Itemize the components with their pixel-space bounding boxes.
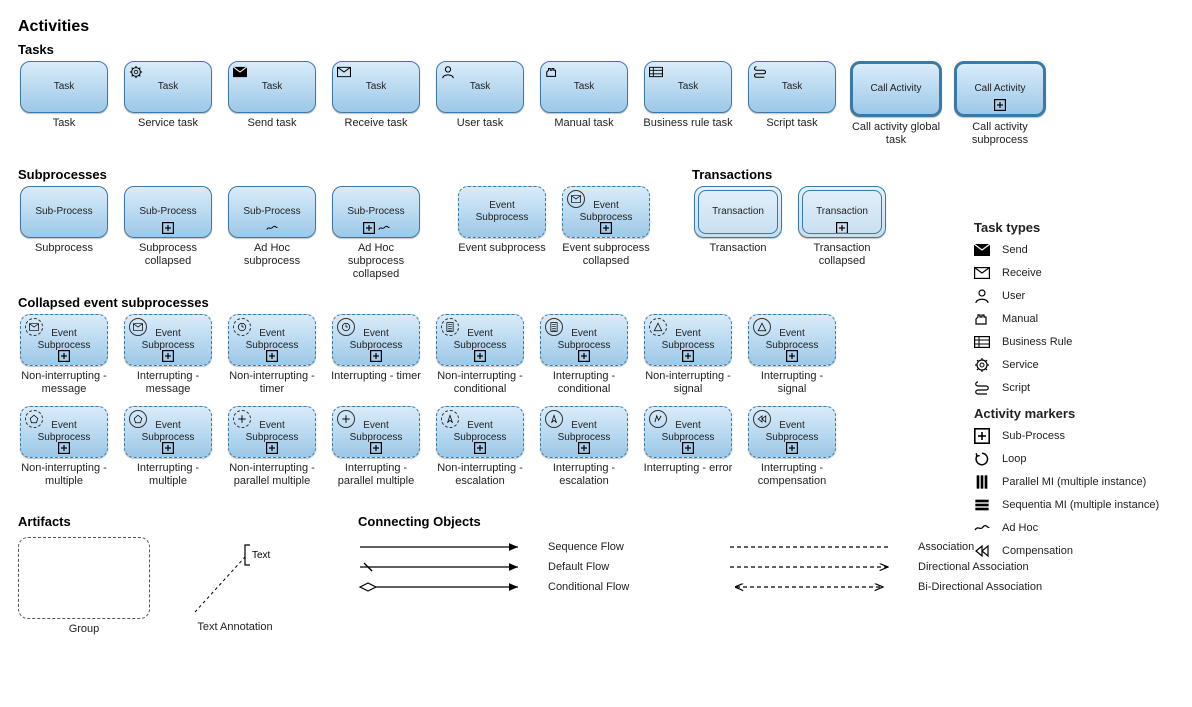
script-task: Task [748, 61, 836, 113]
multiple-event-icon [25, 410, 43, 428]
receive-task: Task [332, 61, 420, 113]
user-task: Task [436, 61, 524, 113]
evsub-noninterrupt-escalation: Event Subprocess [436, 406, 524, 458]
subprocess-marker-icon [600, 222, 612, 234]
manual-icon [545, 65, 559, 79]
title-transactions: Transactions [692, 167, 888, 182]
manual-task: Task [540, 61, 628, 113]
timer-event-icon [233, 318, 251, 336]
transaction-collapsed: Transaction [798, 186, 886, 238]
legend: Task types Send Receive User Manual Busi… [974, 210, 1174, 566]
event-subprocess: Event Subprocess [458, 186, 546, 238]
title-tasks: Tasks [18, 42, 1174, 57]
event-subprocess-collapsed: Event Subprocess [562, 186, 650, 238]
subprocess-marker-icon [836, 222, 848, 234]
receive-icon [974, 265, 990, 281]
send-task: Task [228, 61, 316, 113]
task: Task [20, 61, 108, 113]
subprocess-marker-icon [974, 428, 990, 444]
subprocess-marker-icon [162, 222, 174, 234]
evsub-noninterrupt-signal: Event Subprocess [644, 314, 732, 366]
evsub-interrupt-multiple: Event Subprocess [124, 406, 212, 458]
evsub-interrupt-error: Event Subprocess [644, 406, 732, 458]
conditional-event-icon [545, 318, 563, 336]
call-activity-subprocess: Call Activity [954, 61, 1046, 117]
evsub-noninterrupt-message: Event Subprocess [20, 314, 108, 366]
send-icon [974, 242, 990, 258]
sequential-mi-marker-icon [974, 497, 990, 513]
error-event-icon [649, 410, 667, 428]
parallel-multiple-event-icon [233, 410, 251, 428]
legend-markers-title: Activity markers [974, 406, 1174, 421]
title-activities: Activities [18, 18, 1174, 36]
conditional-event-icon [441, 318, 459, 336]
adhoc-marker-icon [974, 520, 990, 536]
escalation-event-icon [545, 410, 563, 428]
directional-association-icon [728, 561, 898, 573]
text-annotation-artifact: Text [190, 537, 280, 617]
subprocess-collapsed: Sub-Process [124, 186, 212, 238]
text-annotation-label: Text [252, 550, 271, 561]
parallel-mi-marker-icon [974, 474, 990, 490]
timer-event-icon [337, 318, 355, 336]
evsub-noninterrupt-parmultiple: Event Subprocess [228, 406, 316, 458]
loop-marker-icon [974, 451, 990, 467]
evsub-interrupt-escalation: Event Subprocess [540, 406, 628, 458]
business-rule-icon [649, 65, 663, 79]
adhoc-subprocess-collapsed: Sub-Process [332, 186, 420, 238]
message-event-icon [25, 318, 43, 336]
subprocess: Sub-Process [20, 186, 108, 238]
association-icon [728, 541, 898, 553]
evsub-interrupt-parmultiple: Event Subprocess [332, 406, 420, 458]
evsub-noninterrupt-conditional: Event Subprocess [436, 314, 524, 366]
signal-event-icon [649, 318, 667, 336]
user-icon [974, 288, 990, 304]
evsub-interrupt-timer: Event Subprocess [332, 314, 420, 366]
multiple-event-icon [129, 410, 147, 428]
adhoc-marker-icon [266, 222, 278, 234]
title-artifacts: Artifacts [18, 514, 318, 529]
message-event-icon [567, 190, 585, 208]
bidirectional-association-icon [728, 581, 898, 593]
manual-icon [974, 311, 990, 327]
evsub-noninterrupt-multiple: Event Subprocess [20, 406, 108, 458]
service-icon [974, 357, 990, 373]
script-icon [974, 380, 990, 396]
evsub-noninterrupt-timer: Event Subprocess [228, 314, 316, 366]
group-artifact [18, 537, 150, 619]
parallel-multiple-event-icon [337, 410, 355, 428]
conditional-flow-icon [358, 581, 528, 593]
business-rule-icon [974, 334, 990, 350]
evsub-interrupt-signal: Event Subprocess [748, 314, 836, 366]
evsub-interrupt-compensation: Event Subprocess [748, 406, 836, 458]
sequence-flow-icon [358, 541, 528, 553]
subprocess-marker-icon [994, 99, 1006, 111]
adhoc-subprocess: Sub-Process [228, 186, 316, 238]
legend-task-types-title: Task types [974, 220, 1174, 235]
service-task: Task [124, 61, 212, 113]
signal-event-icon [753, 318, 771, 336]
send-icon [233, 65, 247, 79]
transaction: Transaction [694, 186, 782, 238]
user-icon [441, 65, 455, 79]
escalation-event-icon [441, 410, 459, 428]
compensation-marker-icon [974, 543, 990, 559]
evsub-interrupt-conditional: Event Subprocess [540, 314, 628, 366]
business-rule-task: Task [644, 61, 732, 113]
compensation-event-icon [753, 410, 771, 428]
group-caption: Group [69, 623, 100, 635]
subprocess-marker-icon [363, 222, 375, 234]
title-subprocesses: Subprocesses [18, 167, 652, 182]
adhoc-marker-icon [378, 222, 390, 234]
text-annotation-caption: Text Annotation [197, 621, 272, 633]
message-event-icon [129, 318, 147, 336]
service-icon [129, 65, 143, 79]
evsub-interrupt-message: Event Subprocess [124, 314, 212, 366]
receive-icon [337, 65, 351, 79]
call-activity-global: Call Activity [850, 61, 942, 117]
row-tasks: TaskTask TaskService task TaskSend task … [18, 61, 1174, 147]
default-flow-icon [358, 561, 528, 573]
script-icon [753, 65, 767, 79]
